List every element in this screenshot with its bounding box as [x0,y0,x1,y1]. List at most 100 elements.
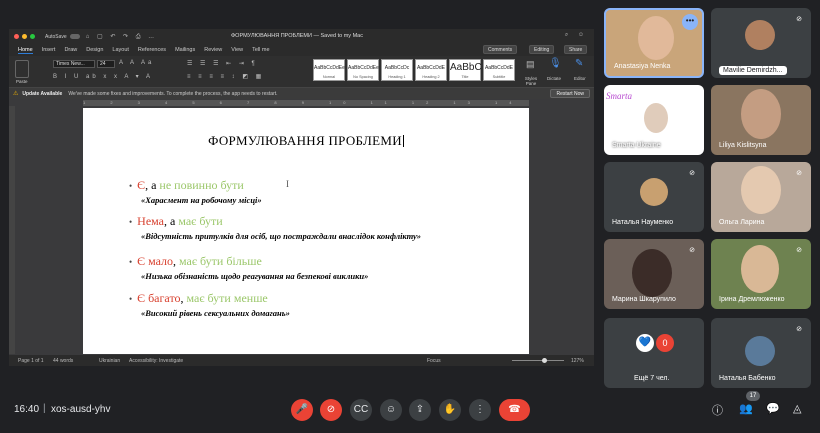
font-size-adjust-icons[interactable]: A A Aa [119,60,154,66]
tab-mailings[interactable]: Mailings [175,47,195,53]
mic-off-button[interactable]: 🎤 [291,399,313,421]
restart-now-button[interactable]: Restart Now [550,89,590,98]
titlebar-right-icons[interactable]: ⌕ ☺ [565,32,588,39]
language[interactable]: Ukrainian [99,358,120,364]
participant-video [741,89,781,139]
zoom-level[interactable]: 127% [571,358,584,364]
participant-tile[interactable]: Smarta Smarta Ukraine [604,85,704,155]
participant-name: Mavilie Demirdzh... [719,66,787,75]
participant-tile[interactable]: ⊘ Ольга Ларина [711,162,811,232]
heart-icon: 💙 [636,334,654,352]
warning-icon: ⚠ [13,91,19,97]
more-participants-tile[interactable]: 💙 0 Ещё 7 чел. [604,318,704,388]
participant-name: Anastasiya Nenka [614,63,671,70]
tab-layout[interactable]: Layout [112,47,129,53]
ribbon-home: Paste Times New... 24 A A Aa B I U ab x … [9,56,594,88]
accessibility-status[interactable]: Accessibility: Investigate [129,358,183,364]
tab-references[interactable]: References [138,47,166,53]
list-item-example: «Високий рівень сексуальних домагань» [141,308,290,318]
maximize-window-button[interactable] [30,34,35,39]
participant-tile[interactable]: ⊘ Ірина Дремлюженко [711,239,811,309]
emoji-reactions-button[interactable]: ☺ [380,399,402,421]
participant-tile[interactable]: ⊘ Наталья Бабенко [711,318,811,388]
document-page[interactable]: ФОРМУЛЮВАННЯ ПРОБЛЕМИ I • Є, а не повинно… [83,108,529,354]
font-name-field[interactable]: Times New... [53,60,95,68]
people-count-badge: 17 [746,391,760,401]
smarta-logo: Smarta [606,91,633,101]
style-heading-2[interactable]: AaBbCcDdE Heading 2 [415,59,447,81]
paste-label: Paste [16,79,28,84]
close-window-button[interactable] [14,34,19,39]
dictate-icon[interactable]: 🎙 [549,58,565,69]
style-heading-1[interactable]: AaBbCcDc Heading 1 [381,59,413,81]
participant-tile[interactable]: ⊘ Марина Шкарупило [604,239,704,309]
list-icons[interactable]: ☰ ☰ ☰ ⇤ ⇥ ¶ [187,60,258,67]
focus-button[interactable]: Focus [427,358,441,364]
mic-off-icon: ⊘ [796,16,802,23]
quick-access-icons[interactable]: ⌂ ▢ ↶ ↷ ⎙ … [86,33,157,41]
avatar [745,336,775,366]
mic-off-icon: ⊘ [796,247,802,254]
style-normal[interactable]: AaBbCcDdEe Normal [313,59,345,81]
editing-button[interactable]: Editing [529,45,555,54]
zoom-slider[interactable] [512,360,564,361]
chat-icon[interactable]: 💬 [766,402,780,415]
vertical-ruler[interactable] [9,106,15,354]
activities-icon[interactable]: ◬ [793,402,801,415]
meeting-details-icon[interactable]: ⓘ [712,402,723,418]
tab-view[interactable]: View [231,47,243,53]
end-call-button[interactable]: ☎ [499,399,530,421]
update-bar: ⚠ Update Available We've made some fixes… [9,88,594,99]
word-count[interactable]: 44 words [53,358,73,364]
avatar [745,20,775,50]
captions-button[interactable]: CC [350,399,372,421]
participant-count-badge: 0 [656,334,674,352]
participant-video [638,16,674,60]
autosave-toggle[interactable] [69,34,80,39]
autosave-label: AutoSave [45,33,67,40]
participant-video [632,249,672,297]
style-title[interactable]: AaBbC Title [449,59,482,81]
participant-tile[interactable]: ⊘ Наталья Науменко [604,162,704,232]
list-item-example: «Низька обізнаність щодо реагування на б… [141,271,369,281]
separator: | [43,403,46,414]
doc-heading: ФОРМУЛЮВАННЯ ПРОБЛЕМИ [208,133,404,148]
more-options-icon[interactable]: ••• [682,14,698,30]
horizontal-ruler[interactable]: 1 2 3 4 5 6 7 8 9 10 11 12 13 14 15 16 1… [83,100,529,106]
present-screen-button[interactable]: ⇪ [409,399,431,421]
people-icon[interactable]: 👥 [739,402,753,415]
participant-tile[interactable]: ••• Anastasiya Nenka [604,8,704,78]
align-icons[interactable]: ≡ ≡ ≡ ≡ ↕ ◩ ▦ [187,73,264,80]
tab-draw[interactable]: Draw [64,47,77,53]
page-count[interactable]: Page 1 of 1 [18,358,44,364]
list-item-example: «Відсутність притулків для осіб, що пост… [141,231,422,241]
zoom-slider-handle[interactable] [542,358,547,363]
camera-off-button[interactable]: ⊘ [320,399,342,421]
more-options-button[interactable]: ⋮ [469,399,491,421]
participant-name: Наталья Бабенко [719,375,776,382]
raise-hand-button[interactable]: ✋ [439,399,461,421]
word-statusbar: Page 1 of 1 44 words Ukrainian Accessibi… [9,355,594,366]
update-title: Update Available [22,90,63,97]
style-subtitle[interactable]: AaBbCcDdE Subtitle [483,59,515,81]
participant-name: Ірина Дремлюженко [719,296,785,303]
style-no-spacing[interactable]: AaBbCcDdEe No Spacing [347,59,379,81]
paste-button[interactable] [15,60,29,78]
styles-pane-icon[interactable]: ▤ [526,59,538,70]
share-button[interactable]: Share [564,45,588,54]
participant-name: Liliya Kislitsyna [719,142,767,149]
more-participants-label: Ещё 7 чел. [634,375,670,382]
font-format-icons[interactable]: B I U ab x x A ▾ A [53,73,153,80]
participant-tile[interactable]: Liliya Kislitsyna [711,85,811,155]
tab-home[interactable]: Home [18,47,33,54]
minimize-window-button[interactable] [22,34,27,39]
tab-insert[interactable]: Insert [42,47,56,53]
participant-tile[interactable]: ⊘ Mavilie Demirdzh... [711,8,811,78]
font-size-field[interactable]: 24 [97,60,115,68]
tell-me-search[interactable]: Tell me [252,47,269,53]
tab-review[interactable]: Review [204,47,222,53]
tab-design[interactable]: Design [86,47,103,53]
editor-icon[interactable]: ✎ [575,58,586,69]
comments-button[interactable]: Comments [483,45,518,54]
mic-off-icon: ⊘ [796,170,802,177]
